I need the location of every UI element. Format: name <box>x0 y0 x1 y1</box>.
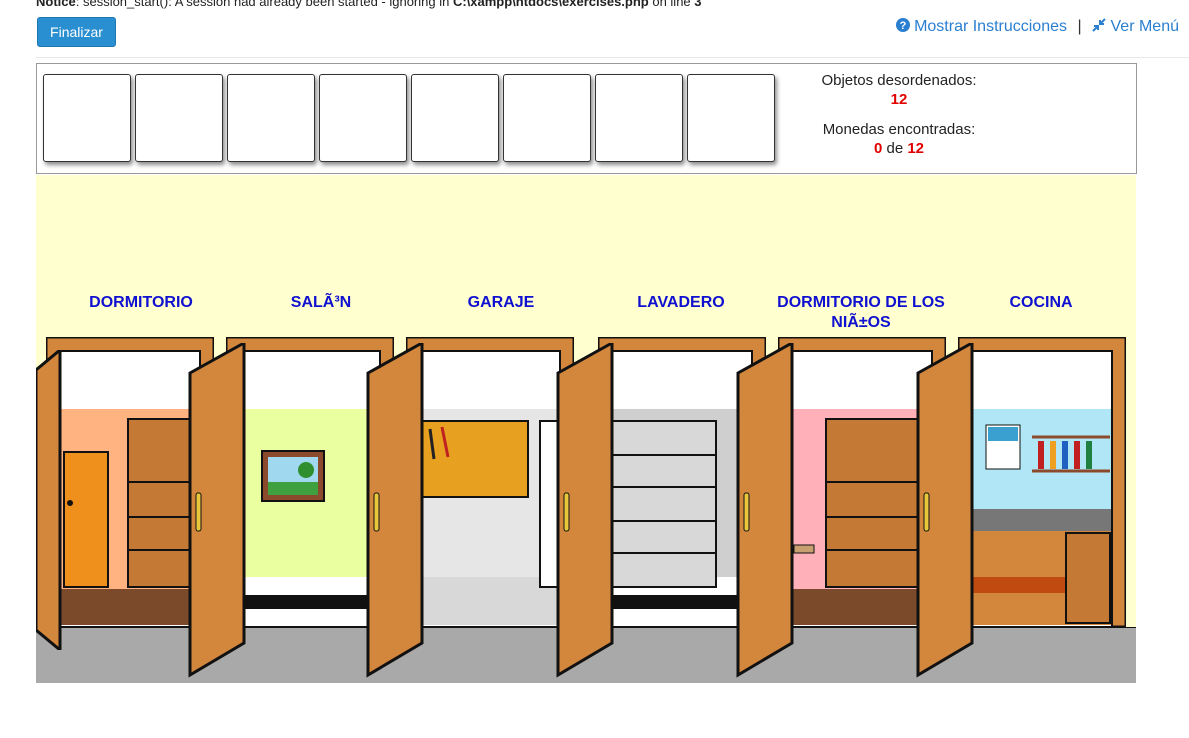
inventory-panel: Objetos desordenados: 12 Monedas encontr… <box>36 63 1137 174</box>
notice-label: Notice <box>36 0 76 9</box>
coins-of-word: de <box>886 140 904 157</box>
show-instructions-label: Mostrar Instrucciones <box>914 18 1067 35</box>
inventory-slot[interactable] <box>43 74 131 162</box>
house-scene: DORMITORIO SALÃ³N GARAJE LAVADERO DORMIT… <box>36 175 1136 683</box>
coins-total-count: 12 <box>907 140 925 157</box>
open-door-dormitorio-ninos[interactable] <box>916 343 974 678</box>
coins-found-count: 0 <box>873 140 883 157</box>
inventory-slot[interactable] <box>411 74 499 162</box>
unordered-objects-count: 12 <box>890 91 908 108</box>
room-label-cocina: COCINA <box>1009 294 1073 311</box>
notice-line-number: 3 <box>694 0 702 9</box>
compress-arrows-icon <box>1092 18 1106 32</box>
show-menu-label: Ver Menú <box>1110 18 1179 35</box>
room-label-dormitorio-ninos: DORMITORIO DE LOS NIÃ±OS <box>777 294 945 331</box>
inventory-slot[interactable] <box>503 74 591 162</box>
php-notice: Notice: session_start(): A session had a… <box>36 0 702 10</box>
unordered-objects-label: Objetos desordenados: <box>821 72 977 89</box>
open-door-dormitorio-left <box>36 350 62 650</box>
open-door-salon[interactable] <box>366 343 424 678</box>
inventory-slot[interactable] <box>595 74 683 162</box>
open-door-lavadero[interactable] <box>736 343 794 678</box>
coins-found-value: 0 de 12 <box>797 139 1001 158</box>
open-door-garaje[interactable] <box>556 343 614 678</box>
show-instructions-link[interactable]: ? Mostrar Instrucciones <box>895 18 1072 35</box>
coins-found-label: Monedas encontradas: <box>822 121 976 138</box>
room-label-salon: SALÃ³N <box>290 294 352 311</box>
link-separator: | <box>1077 18 1082 35</box>
inventory-slot[interactable] <box>135 74 223 162</box>
notice-line-text: on line <box>648 0 695 9</box>
show-menu-link[interactable]: Ver Menú <box>1088 18 1179 35</box>
top-links: ? Mostrar Instrucciones | Ver Menú <box>895 18 1179 36</box>
room-label-garaje: GARAJE <box>467 294 535 311</box>
header-divider <box>36 57 1189 58</box>
room-label-lavadero: LAVADERO <box>637 294 725 311</box>
notice-path: C:\xampp\htdocs\exercises.php <box>452 0 649 9</box>
room-garaje[interactable] <box>406 337 574 627</box>
inventory-slot[interactable] <box>319 74 407 162</box>
notice-message: : session_start(): A session had already… <box>75 0 453 9</box>
room-cocina[interactable] <box>958 337 1126 627</box>
question-circle-icon: ? <box>895 18 910 32</box>
inventory-slot[interactable] <box>687 74 775 162</box>
open-door-dormitorio[interactable] <box>188 343 246 678</box>
svg-text:?: ? <box>899 20 906 32</box>
inventory-slot[interactable] <box>227 74 315 162</box>
game-stats: Objetos desordenados: 12 Monedas encontr… <box>797 71 1001 158</box>
finish-button[interactable]: Finalizar <box>37 17 116 47</box>
room-label-dormitorio: DORMITORIO <box>89 294 193 311</box>
